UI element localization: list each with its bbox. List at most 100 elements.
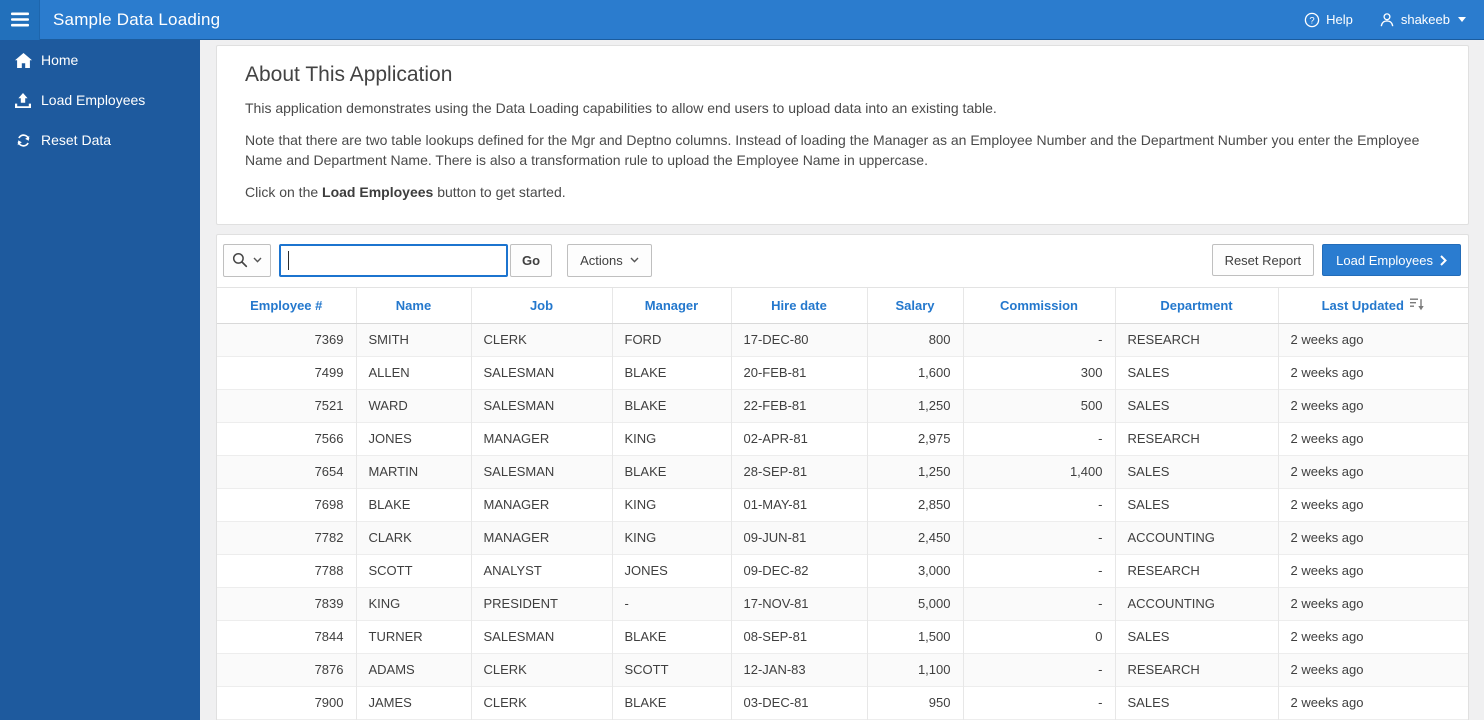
go-button[interactable]: Go xyxy=(510,243,553,277)
table-cell: 22-FEB-81 xyxy=(730,388,867,423)
table-cell: 1,250 xyxy=(866,454,963,489)
table-cell: 800 xyxy=(866,323,963,357)
about-title: About This Application xyxy=(245,63,453,86)
column-header-salary[interactable]: Salary xyxy=(866,286,963,324)
sidebar: Home Load Employees Reset Data xyxy=(0,40,200,720)
table-row: 7900 JAMES CLERK BLAKE 03-DEC-81 950- SALES 2 w… xyxy=(217,685,1468,720)
username-label: shakeeb xyxy=(1400,12,1450,27)
table-header-row: Employee # Name Job Manager Hire date Salary C… xyxy=(217,286,1468,324)
table-cell: MANAGER xyxy=(470,421,612,456)
sidebar-item-reset-data[interactable]: Reset Data xyxy=(0,120,200,160)
table-cell: 17-DEC-80 xyxy=(730,323,867,357)
table-cell: - xyxy=(962,586,1115,621)
about-paragraph-3: Click on the Load Employees button to ge… xyxy=(245,184,566,201)
table-cell: 2 weeks ago xyxy=(1277,619,1468,654)
table-cell: 09-JUN-81 xyxy=(730,520,867,555)
table-cell: 08-SEP-81 xyxy=(730,619,867,654)
table-cell: 2 weeks ago xyxy=(1277,323,1468,357)
table-cell: 2 weeks ago xyxy=(1277,355,1468,390)
table-cell: SALES xyxy=(1114,487,1278,522)
table-cell: 02-APR-81 xyxy=(730,421,867,456)
table-cell: 3,000 xyxy=(866,553,963,588)
hamburger-menu-button[interactable] xyxy=(0,0,40,40)
column-header-job[interactable]: Job xyxy=(470,286,612,324)
user-icon xyxy=(1380,12,1394,26)
table-cell: JONES xyxy=(611,553,731,588)
table-cell: ACCOUNTING xyxy=(1114,586,1278,621)
table-cell: BLAKE xyxy=(611,454,731,489)
table-cell: 12-JAN-83 xyxy=(730,652,867,687)
column-header-department[interactable]: Department xyxy=(1114,286,1278,324)
chevron-right-icon xyxy=(1440,255,1447,266)
table-cell: SCOTT xyxy=(611,652,731,687)
table-cell: - xyxy=(962,487,1115,522)
table-cell: BLAKE xyxy=(611,685,731,720)
column-header-hire-date[interactable]: Hire date xyxy=(730,286,867,324)
table-cell: SALESMAN xyxy=(470,454,612,489)
help-icon: ? xyxy=(1304,12,1320,27)
table-row: 7654 MARTIN SALESMAN BLAKE 28-SEP-81 1,250 1,4… xyxy=(217,454,1468,489)
column-header-employee-[interactable]: Employee # xyxy=(217,286,356,324)
table-cell: RESEARCH xyxy=(1114,652,1278,687)
table-row: 7521 WARD SALESMAN BLAKE 22-FEB-81 1,250 500 SA… xyxy=(217,388,1468,423)
table-cell: KING xyxy=(611,520,731,555)
table-cell: 2 weeks ago xyxy=(1277,487,1468,522)
table-cell: - xyxy=(962,323,1115,357)
hamburger-icon xyxy=(10,12,29,27)
table-row: 7566 JONES MANAGER KING 02-APR-81 2,975- RESEA… xyxy=(217,421,1468,456)
search-column-selector[interactable] xyxy=(223,243,271,277)
search-input[interactable] xyxy=(279,243,508,277)
table-cell: - xyxy=(962,652,1115,687)
chevron-down-icon xyxy=(630,257,639,263)
sidebar-item-label: Load Employees xyxy=(41,92,146,108)
table-cell: SALES xyxy=(1114,454,1278,489)
app-header: Sample Data Loading ? Help shakeeb xyxy=(0,0,1484,40)
column-header-name[interactable]: Name xyxy=(355,286,471,324)
main-content: About This Application This application … xyxy=(200,40,1484,720)
table-cell: 1,250 xyxy=(866,388,963,423)
chevron-down-icon xyxy=(253,257,262,263)
help-link[interactable]: ? Help xyxy=(1304,12,1353,28)
column-header-last-updated[interactable]: Last Updated xyxy=(1277,286,1468,324)
column-header-commission[interactable]: Commission xyxy=(962,286,1115,324)
sidebar-item-label: Reset Data xyxy=(41,132,112,148)
table-cell: RESEARCH xyxy=(1114,323,1278,357)
table-cell: 1,600 xyxy=(866,355,963,390)
table-cell: 7900 xyxy=(217,685,356,720)
table-row: 7499 ALLEN SALESMAN BLAKE 20-FEB-81 1,600 300 S… xyxy=(217,355,1468,390)
table-cell: 2 weeks ago xyxy=(1277,553,1468,588)
table-cell: CLERK xyxy=(470,685,612,720)
svg-text:?: ? xyxy=(1309,15,1314,26)
employees-table: Employee # Name Job Manager Hire date Salary C… xyxy=(217,286,1468,720)
table-cell: SALESMAN xyxy=(470,619,612,654)
table-cell: 2 weeks ago xyxy=(1277,520,1468,555)
table-cell: 7698 xyxy=(217,487,356,522)
table-cell: 2 weeks ago xyxy=(1277,685,1468,720)
table-cell: TURNER xyxy=(355,619,471,654)
sidebar-item-load-employees[interactable]: Load Employees xyxy=(0,80,200,120)
table-cell: - xyxy=(962,421,1115,456)
table-cell: 7788 xyxy=(217,553,356,588)
table-cell: SALES xyxy=(1114,355,1278,390)
table-cell: 5,000 xyxy=(866,586,963,621)
table-cell: BLAKE xyxy=(611,388,731,423)
table-cell: SALESMAN xyxy=(470,355,612,390)
table-cell: BLAKE xyxy=(611,619,731,654)
table-cell: 17-NOV-81 xyxy=(730,586,867,621)
table-cell: CLERK xyxy=(470,323,612,357)
reset-report-button[interactable]: Reset Report xyxy=(1211,244,1315,277)
table-cell: 1,500 xyxy=(866,619,963,654)
table-cell: 1,100 xyxy=(866,652,963,687)
table-cell: RESEARCH xyxy=(1114,553,1278,588)
user-menu[interactable]: shakeeb xyxy=(1379,12,1466,28)
table-cell: SMITH xyxy=(355,323,471,357)
load-employees-button[interactable]: Load Employees xyxy=(1322,244,1461,277)
column-header-manager[interactable]: Manager xyxy=(611,286,731,324)
sidebar-item-label: Home xyxy=(41,52,79,68)
table-cell: PRESIDENT xyxy=(470,586,612,621)
table-cell: 7844 xyxy=(217,619,356,654)
upload-icon xyxy=(14,92,32,108)
table-cell: 2 weeks ago xyxy=(1277,652,1468,687)
actions-menu-button[interactable]: Actions xyxy=(567,243,652,277)
sidebar-item-home[interactable]: Home xyxy=(0,40,200,80)
